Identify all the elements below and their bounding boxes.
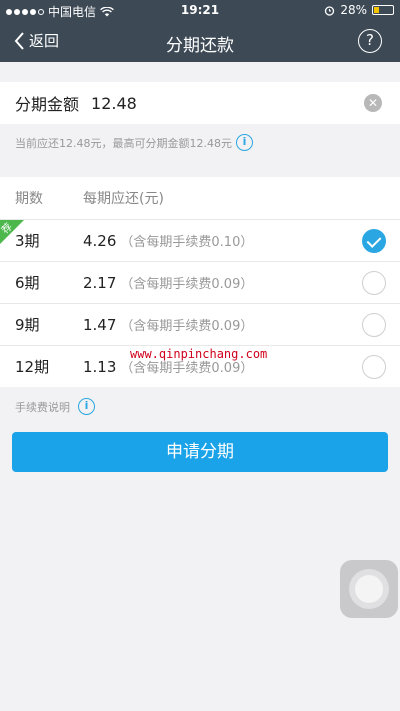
plan-amount: 2.17 xyxy=(83,273,117,292)
plan-period: 9期 xyxy=(15,316,40,334)
radio-circle-icon[interactable] xyxy=(362,355,386,379)
fee-explanation-label: 手续费说明 xyxy=(15,400,70,414)
apply-installment-button[interactable]: 申请分期 xyxy=(12,432,388,472)
assistive-touch-icon[interactable] xyxy=(340,560,398,618)
plan-amount: 4.26 xyxy=(83,231,117,250)
plan-row-3[interactable]: 荐 3期 4.26 （含每期手续费0.10） xyxy=(0,219,400,261)
header-period: 期数 xyxy=(15,191,43,207)
help-icon[interactable]: ? xyxy=(358,29,382,53)
battery-percent: 28% xyxy=(340,3,367,17)
check-circle-icon[interactable] xyxy=(362,229,386,253)
nav-bar: 返回 分期还款 ? xyxy=(0,20,400,62)
plan-fee: （含每期手续费0.09） xyxy=(120,319,254,334)
plan-row-9[interactable]: 9期 1.47 （含每期手续费0.09） xyxy=(0,303,400,345)
header-amount: 每期应还(元) xyxy=(83,191,164,207)
plan-fee: （含每期手续费0.10） xyxy=(120,235,254,250)
watermark: www.qinpinchang.com xyxy=(130,347,268,361)
clear-icon[interactable]: ✕ xyxy=(364,94,382,112)
plan-period: 6期 xyxy=(15,274,40,292)
plan-period: 12期 xyxy=(15,358,50,376)
radio-circle-icon[interactable] xyxy=(362,271,386,295)
fee-explanation[interactable]: 手续费说明 i xyxy=(15,398,95,415)
radio-circle-icon[interactable] xyxy=(362,313,386,337)
info-icon[interactable]: i xyxy=(78,398,95,415)
plan-row-6[interactable]: 6期 2.17 （含每期手续费0.09） xyxy=(0,261,400,303)
page-title: 分期还款 xyxy=(166,36,234,56)
info-icon[interactable]: i xyxy=(235,134,253,151)
plan-fee: （含每期手续费0.09） xyxy=(120,277,254,292)
status-right: 28% xyxy=(324,3,394,17)
plan-amount: 1.47 xyxy=(83,315,117,334)
amount-row: 分期金额 ✕ xyxy=(0,82,400,124)
battery-icon xyxy=(372,5,394,15)
limit-info-text: 当前应还12.48元，最高可分期金额12.48元 xyxy=(15,136,232,150)
plan-amount: 1.13 xyxy=(83,357,117,376)
amount-label: 分期金额 xyxy=(15,95,80,114)
amount-input[interactable] xyxy=(91,93,332,113)
alarm-icon xyxy=(325,5,335,16)
status-bar: 中国电信 19:21 28% xyxy=(0,0,400,20)
plan-header: 期数 每期应还(元) xyxy=(0,177,400,219)
limit-info: 当前应还12.48元，最高可分期金额12.48元 i xyxy=(15,134,253,151)
